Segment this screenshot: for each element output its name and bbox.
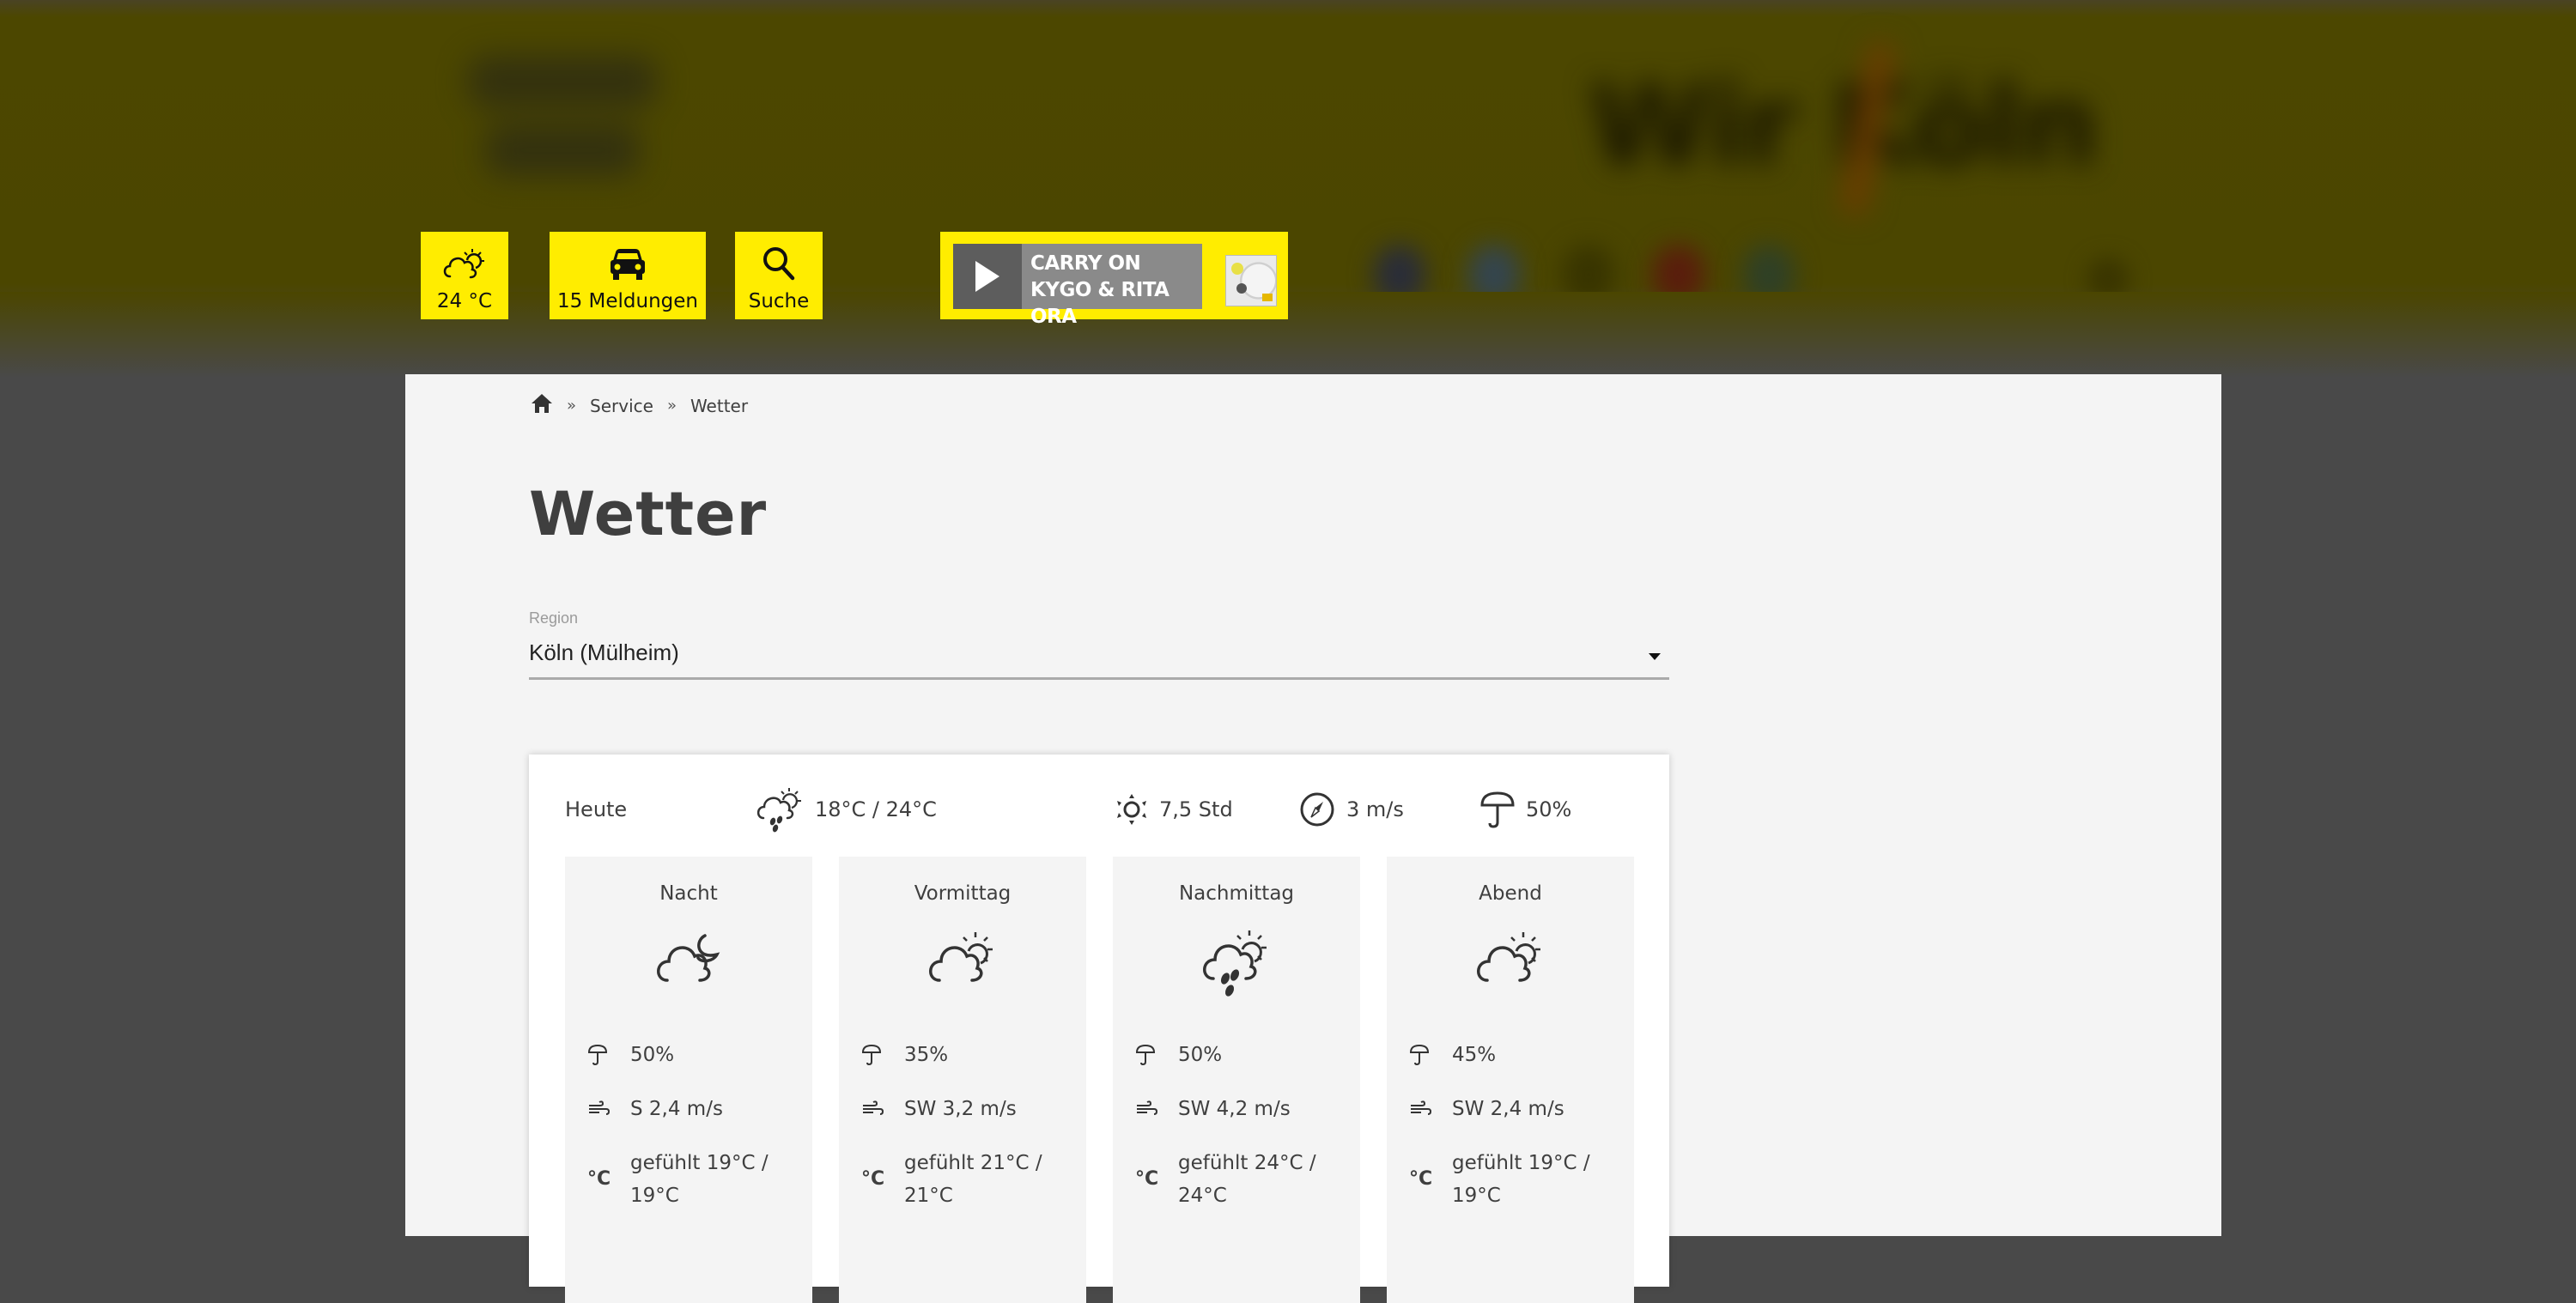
period-name: Nacht [659,882,718,905]
period-name: Abend [1479,882,1542,905]
wind-icon [1411,1100,1431,1115]
celsius-icon: °C [1135,1168,1159,1190]
region-label: Region [529,609,579,627]
today-temp-range: 18°C / 24°C [815,797,937,821]
traffic-reports-label: 15 Meldungen [556,290,699,312]
umbrella-icon [1480,791,1515,828]
period-wind: S 2,4 m/s [630,1098,723,1120]
breadcrumb-service[interactable]: Service [590,396,653,416]
umbrella-icon [1409,1044,1430,1066]
weather-button[interactable]: 24 °C [421,232,508,319]
breadcrumb-separator: » [567,397,577,415]
play-icon [975,261,999,292]
breadcrumb-home[interactable] [531,393,553,418]
search-button[interactable]: Suche [735,232,823,319]
today-rain-probability: 50% [1526,797,1572,821]
site-header: Wir Köln [0,0,2576,326]
region-select: Region Köln (Mülheim) [529,609,1669,680]
caret-down-icon [1649,653,1661,660]
wind-icon [589,1100,610,1115]
period-name: Nachmittag [1178,882,1295,905]
cloud-sun-rain-icon [756,788,801,833]
today-sunshine: 7,5 Std [1159,797,1233,821]
celsius-icon: °C [1409,1168,1433,1190]
song-title: CARRY ON [1030,252,1141,275]
album-cover [1225,255,1277,306]
partly-cloudy-icon [443,249,484,279]
umbrella-icon [587,1044,608,1066]
today-wind: 3 m/s [1346,797,1404,821]
compass-icon [1300,792,1334,827]
today-label: Heute [565,797,628,821]
weather-temp-label: 24 °C [436,290,493,312]
period-wind: SW 2,4 m/s [1452,1098,1564,1120]
home-icon [532,394,552,413]
now-playing-bar: CARRY ON KYGO & RITA ORA [953,244,1202,328]
cloud-moon-icon [657,934,720,982]
period-wind: SW 3,2 m/s [904,1098,1017,1120]
celsius-icon: °C [587,1168,611,1190]
radio-player: CARRY ON KYGO & RITA ORA [940,232,1288,328]
umbrella-icon [861,1044,882,1066]
cloud-sun-icon [929,932,993,982]
region-selected-value: Köln (Mülheim) [529,639,679,665]
sunshine-icon [1117,794,1146,825]
period-wind: SW 4,2 m/s [1178,1098,1291,1120]
period-rain: 50% [1178,1044,1223,1066]
main-content: » Service » Wetter Wetter Region Köln (M… [405,374,2221,1303]
now-playing-text: CARRY ON KYGO & RITA ORA [1030,251,1202,330]
breadcrumb-current: Wetter [690,395,749,416]
song-artist: KYGO & RITA ORA [1030,279,1170,328]
period-card-night: Nacht 50% S 2,4 m/s °C gefühlt 19°C / 19… [565,857,812,1303]
page-title: Wetter [529,479,768,549]
search-icon [763,247,795,281]
period-feels-like: gefühlt 19°C / 19°C [630,1152,769,1207]
region-dropdown[interactable]: Köln (Mülheim) [529,639,1669,680]
period-feels-like: gefühlt 21°C / 21°C [904,1152,1042,1207]
today-summary-row: Heute 18°C / 24°C 7,5 Std 3 m/s 50% [529,755,1669,864]
station-logo[interactable] [434,21,696,202]
brand-logo[interactable]: Wir Köln [1589,41,2138,216]
umbrella-icon [1135,1044,1156,1066]
period-card-evening: Abend 45% SW 2,4 m/s °C gefühlt 19°C / 1… [1387,857,1634,1303]
breadcrumb: » Service » Wetter [531,393,748,418]
wind-icon [1137,1100,1157,1115]
today-forecast-card: Heute 18°C / 24°C 7,5 Std 3 m/s 50% Nach… [529,755,1669,1303]
breadcrumb-separator: » [666,397,677,415]
wind-icon [863,1100,884,1115]
period-name: Vormittag [914,882,1012,905]
car-icon [611,249,645,280]
period-rain: 45% [1452,1044,1497,1066]
period-feels-like: gefühlt 24°C / 24°C [1178,1152,1316,1207]
header-fade [0,292,2576,378]
period-card-afternoon: Nachmittag 50% SW 4,2 m/s °C gefühlt 24°… [1113,857,1360,1303]
celsius-icon: °C [861,1168,885,1190]
period-feels-like: gefühlt 19°C / 19°C [1452,1152,1590,1207]
cloud-sun-icon [1477,932,1540,982]
period-rain: 35% [904,1044,949,1066]
search-label: Suche [748,290,810,312]
traffic-button[interactable]: 15 Meldungen [550,232,706,319]
cloud-sun-rain-icon [1203,930,1267,997]
play-button[interactable] [953,244,1022,309]
period-card-morning: Vormittag 35% SW 3,2 m/s °C gefühlt 21°C… [839,857,1086,1303]
period-rain: 50% [630,1044,675,1066]
